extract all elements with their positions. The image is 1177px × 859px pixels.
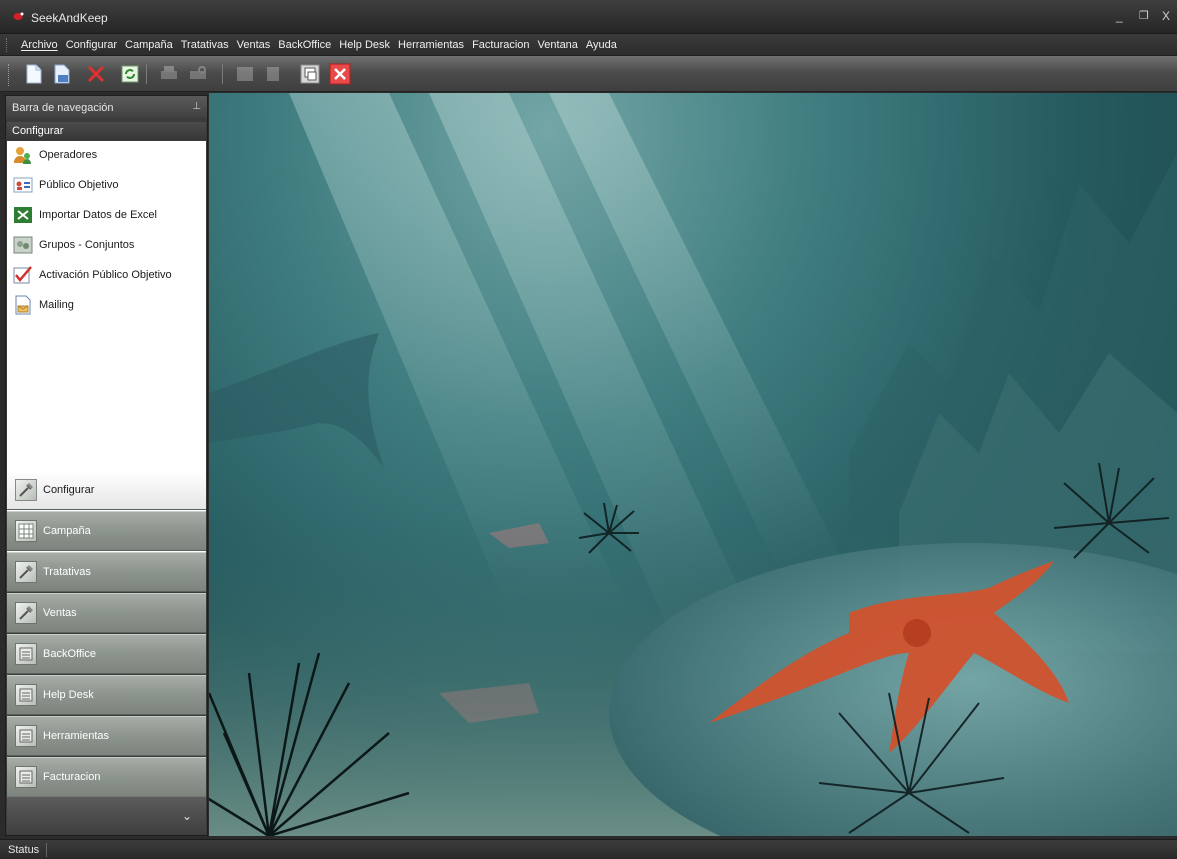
toolbar-separator xyxy=(146,64,147,84)
nav-overflow-button[interactable]: ⌄ xyxy=(7,796,206,835)
nav-link-label: Operadores xyxy=(39,149,98,161)
save-icon xyxy=(54,64,70,84)
menu-facturacion[interactable]: Facturacion xyxy=(468,39,533,51)
configure-icon xyxy=(15,479,37,501)
nav-link-label: Importar Datos de Excel xyxy=(39,209,157,221)
menu-backoffice[interactable]: BackOffice xyxy=(274,39,335,51)
nav-link-importar-excel[interactable]: Importar Datos de Excel xyxy=(13,203,157,227)
nav-button-label: Help Desk xyxy=(43,689,94,701)
title-bar: SeekAndKeep _ ❐ X xyxy=(0,0,1177,34)
mdi-workspace xyxy=(209,93,1177,836)
menu-help-desk[interactable]: Help Desk xyxy=(335,39,394,51)
delete-button[interactable] xyxy=(85,63,107,85)
groups-icon xyxy=(13,235,33,255)
refresh-button[interactable] xyxy=(119,63,141,85)
menubar-grip xyxy=(6,38,9,52)
form-icon xyxy=(15,643,37,665)
copy-button[interactable] xyxy=(262,63,284,85)
target-audience-icon xyxy=(13,175,33,195)
new-document-icon xyxy=(26,64,42,84)
nav-button-label: Facturacion xyxy=(43,771,101,783)
menu-configurar[interactable]: Configurar xyxy=(62,39,121,51)
window-title: SeekAndKeep xyxy=(31,11,108,25)
export-button[interactable] xyxy=(234,63,256,85)
close-window-button[interactable]: X xyxy=(1162,9,1170,23)
nav-link-label: Activación Público Objetivo xyxy=(39,269,172,281)
status-text: Status xyxy=(8,844,40,856)
nav-button-label: Herramientas xyxy=(43,730,110,742)
navigation-header-title: Barra de navegación xyxy=(12,102,114,114)
export-icon xyxy=(237,67,253,81)
save-button[interactable] xyxy=(51,63,73,85)
menu-ayuda[interactable]: Ayuda xyxy=(582,39,621,51)
nav-link-label: Grupos - Conjuntos xyxy=(39,239,135,251)
new-document-button[interactable] xyxy=(23,63,45,85)
active-group-header: Configurar xyxy=(7,122,206,140)
nav-button-backoffice[interactable]: BackOffice xyxy=(7,634,206,674)
menu-tratativas[interactable]: Tratativas xyxy=(177,39,233,51)
form-icon xyxy=(15,684,37,706)
nav-button-label: Ventas xyxy=(43,607,77,619)
toolbar-grip xyxy=(8,64,11,86)
nav-button-label: Configurar xyxy=(43,484,95,496)
menu-herramientas[interactable]: Herramientas xyxy=(394,39,468,51)
mailing-icon xyxy=(13,295,33,315)
grid-icon xyxy=(15,520,37,542)
menu-ventas[interactable]: Ventas xyxy=(233,39,275,51)
delete-x-icon xyxy=(87,65,105,83)
nav-link-mailing[interactable]: Mailing xyxy=(13,293,74,317)
restore-button[interactable]: ❐ xyxy=(1139,9,1149,22)
tools-icon xyxy=(15,602,37,624)
nav-button-label: Campaña xyxy=(43,525,91,537)
menu-campana[interactable]: Campaña xyxy=(121,39,177,51)
windows-button[interactable] xyxy=(299,63,321,85)
status-bar: Status xyxy=(0,839,1177,859)
excel-import-icon xyxy=(13,205,33,225)
pin-icon[interactable]: ⊥ xyxy=(192,101,201,112)
underwater-wallpaper xyxy=(209,93,1177,836)
print-button[interactable] xyxy=(158,63,180,85)
nav-link-publico-objetivo[interactable]: Público Objetivo xyxy=(13,173,119,197)
print-preview-button[interactable] xyxy=(187,63,209,85)
nav-link-grupos-conjuntos[interactable]: Grupos - Conjuntos xyxy=(13,233,134,257)
menu-archivo[interactable]: Archivo xyxy=(17,39,62,51)
operators-icon xyxy=(13,145,33,165)
nav-link-label: Mailing xyxy=(39,299,74,311)
nav-button-herramientas[interactable]: Herramientas xyxy=(7,716,206,756)
menu-ventana[interactable]: Ventana xyxy=(534,39,582,51)
nav-button-label: BackOffice xyxy=(43,648,96,660)
form-icon xyxy=(15,766,37,788)
navigation-header: Barra de navegación ⊥ xyxy=(6,96,207,118)
nav-button-campana[interactable]: Campaña xyxy=(7,511,206,551)
navigation-panel: Barra de navegación ⊥ Configurar Operado… xyxy=(5,95,208,836)
print-preview-icon xyxy=(190,66,206,79)
close-document-button[interactable] xyxy=(329,63,351,85)
app-logo-icon xyxy=(13,12,24,20)
nav-button-ventas[interactable]: Ventas xyxy=(7,593,206,633)
toolbar xyxy=(0,56,1177,92)
menu-bar: Archivo Configurar Campaña Tratativas Ve… xyxy=(0,34,1177,56)
chevron-down-icon: ⌄ xyxy=(181,809,192,823)
nav-button-help-desk[interactable]: Help Desk xyxy=(7,675,206,715)
nav-link-label: Público Objetivo xyxy=(39,179,119,191)
copy-icon xyxy=(267,67,279,81)
nav-button-facturacion[interactable]: Facturacion xyxy=(7,757,206,797)
tools-icon xyxy=(15,561,37,583)
toolbar-separator xyxy=(222,64,223,84)
windows-icon xyxy=(300,64,320,84)
close-red-icon xyxy=(329,63,351,85)
nav-button-label: Tratativas xyxy=(43,566,91,578)
nav-link-operadores[interactable]: Operadores xyxy=(13,143,97,167)
checkmark-icon xyxy=(13,265,33,285)
minimize-button[interactable]: _ xyxy=(1116,9,1123,23)
nav-button-tratativas[interactable]: Tratativas xyxy=(7,552,206,592)
nav-button-configurar[interactable]: Configurar xyxy=(7,470,206,510)
status-separator xyxy=(46,843,47,857)
print-icon xyxy=(161,66,177,79)
refresh-icon xyxy=(121,65,139,83)
nav-link-activacion[interactable]: Activación Público Objetivo xyxy=(13,263,172,287)
form-icon xyxy=(15,725,37,747)
